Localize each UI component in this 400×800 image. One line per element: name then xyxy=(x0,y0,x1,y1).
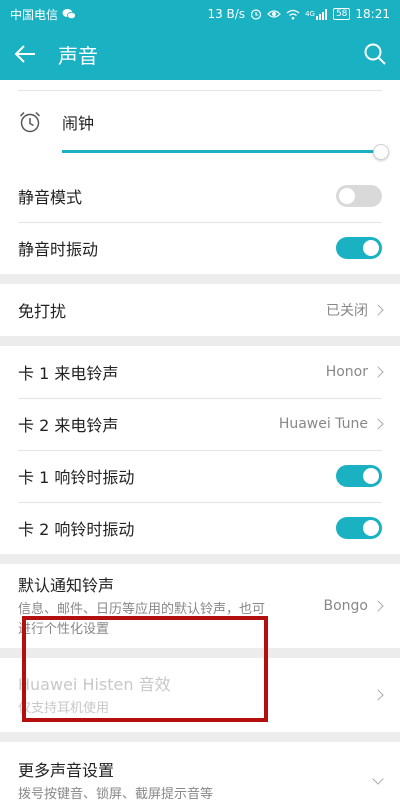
app-bar: 声音 xyxy=(0,28,400,80)
sim1-vibrate-toggle[interactable] xyxy=(336,465,382,487)
vibrate-when-silent-row[interactable]: 静音时振动 xyxy=(0,222,400,274)
alarm-volume-slider[interactable] xyxy=(62,144,389,160)
dnd-value: 已关闭 xyxy=(326,303,368,319)
do-not-disturb-row[interactable]: 免打扰 已关闭 xyxy=(0,284,400,336)
histen-card: Huawei Histen 音效 仅支持耳机使用 xyxy=(0,658,400,732)
volume-card: 闹钟 静音模式 静音时振动 xyxy=(0,80,400,274)
notification-tone-value: Bongo xyxy=(323,598,369,614)
chevron-right-icon xyxy=(372,418,384,430)
sim2-vibrate-label: 卡 2 响铃时振动 xyxy=(18,520,135,539)
sim1-ringtone-value: Honor xyxy=(325,364,368,380)
sim2-vibrate-row[interactable]: 卡 2 响铃时振动 xyxy=(0,502,400,554)
sim2-ringtone-label: 卡 2 来电铃声 xyxy=(18,416,119,435)
battery-level: 58 xyxy=(335,9,348,19)
ringtone-card: 卡 1 来电铃声 Honor 卡 2 来电铃声 Huawei Tune 卡 1 … xyxy=(0,346,400,554)
slider-fill xyxy=(62,150,381,153)
search-icon[interactable] xyxy=(364,43,386,65)
chevron-down-icon xyxy=(372,773,384,785)
alarm-volume-row: 闹钟 xyxy=(0,80,400,170)
notification-card: 默认通知铃声 信息、邮件、日历等应用的默认铃声，也可进行个性化设置 Bongo xyxy=(0,564,400,648)
silent-mode-label: 静音模式 xyxy=(18,188,83,207)
sim1-ringtone-label: 卡 1 来电铃声 xyxy=(18,364,119,383)
histen-desc: 仅支持耳机使用 xyxy=(18,701,110,716)
more-sound-card: 更多声音设置 拨号按键音、锁屏、截屏提示音等 xyxy=(0,742,400,800)
alarm-clock-icon xyxy=(18,110,42,134)
network-type: 4G xyxy=(305,10,315,18)
histen-label: Huawei Histen 音效 xyxy=(18,675,171,694)
settings-list[interactable]: 闹钟 静音模式 静音时振动 免打扰 已关闭 卡 1 来电铃声 Honor 卡 2… xyxy=(0,80,400,800)
notification-tone-row[interactable]: 默认通知铃声 信息、邮件、日历等应用的默认铃声，也可进行个性化设置 Bongo xyxy=(0,564,400,648)
wifi-icon xyxy=(286,9,300,20)
chevron-right-icon xyxy=(372,304,384,316)
chevron-right-icon xyxy=(372,600,384,612)
sim1-ringtone-row[interactable]: 卡 1 来电铃声 Honor xyxy=(0,346,400,398)
page-title: 声音 xyxy=(58,43,98,68)
carrier-name: 中国电信 xyxy=(10,7,59,22)
more-sound-settings-row[interactable]: 更多声音设置 拨号按键音、锁屏、截屏提示音等 xyxy=(0,742,400,800)
status-bar: 中国电信 13 B/s 4G 58 18:21 xyxy=(0,0,400,28)
histen-row[interactable]: Huawei Histen 音效 仅支持耳机使用 xyxy=(0,658,400,732)
sim2-ringtone-value: Huawei Tune xyxy=(278,416,368,432)
slider-thumb[interactable] xyxy=(372,144,389,160)
eye-comfort-icon xyxy=(267,9,281,19)
signal-icon: 4G xyxy=(305,8,328,20)
more-sound-desc: 拨号按键音、锁屏、截屏提示音等 xyxy=(18,787,214,800)
silent-mode-row[interactable]: 静音模式 xyxy=(0,170,400,222)
dnd-card: 免打扰 已关闭 xyxy=(0,284,400,336)
notification-tone-label: 默认通知铃声 xyxy=(18,576,115,595)
alarm-status-icon xyxy=(250,8,262,20)
wechat-icon xyxy=(62,8,76,20)
vibrate-when-silent-toggle[interactable] xyxy=(336,237,382,259)
silent-mode-toggle[interactable] xyxy=(336,185,382,207)
sim2-vibrate-toggle[interactable] xyxy=(336,517,382,539)
sim1-vibrate-label: 卡 1 响铃时振动 xyxy=(18,468,135,487)
chevron-right-icon xyxy=(372,366,384,378)
alarm-label: 闹钟 xyxy=(62,114,95,133)
dnd-label: 免打扰 xyxy=(18,302,67,321)
chevron-right-icon xyxy=(372,689,384,701)
battery-icon: 58 xyxy=(332,8,351,20)
notification-tone-desc: 信息、邮件、日历等应用的默认铃声，也可进行个性化设置 xyxy=(18,602,266,637)
more-sound-label: 更多声音设置 xyxy=(18,761,115,780)
sim1-vibrate-row[interactable]: 卡 1 响铃时振动 xyxy=(0,450,400,502)
vibrate-when-silent-label: 静音时振动 xyxy=(18,240,99,259)
network-speed: 13 B/s xyxy=(207,7,246,21)
back-arrow-icon[interactable] xyxy=(14,45,36,63)
clock: 18:21 xyxy=(355,7,390,21)
sim2-ringtone-row[interactable]: 卡 2 来电铃声 Huawei Tune xyxy=(0,398,400,450)
